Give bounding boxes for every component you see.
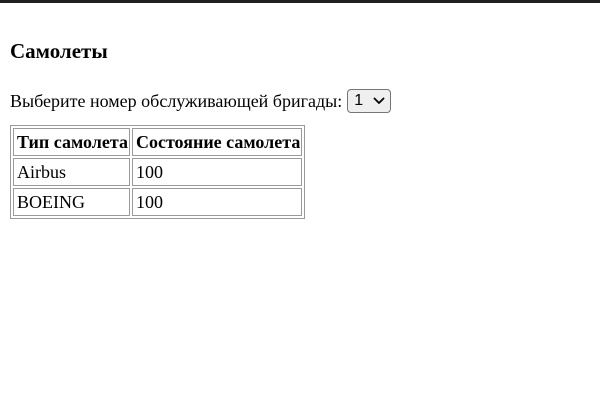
table-cell-plane-condition: 100 [131,158,303,186]
table-cell-plane-type: Airbus [13,158,130,186]
chevron-down-icon [373,97,385,104]
table-row: Airbus 100 [13,158,303,186]
window-top-border [0,0,600,3]
brigade-selector-row: Выберите номер обслуживающей бригады: 1 [10,87,392,115]
brigade-select-value: 1 [354,92,364,109]
table-cell-plane-condition: 100 [131,188,303,216]
table-row: BOEING 100 [13,188,303,216]
planes-table: Тип самолета Состояние самолета Airbus 1… [10,125,306,219]
table-header-row: Тип самолета Состояние самолета [13,128,303,156]
column-header-plane-type: Тип самолета [13,128,130,156]
page-title: Самолеты [10,39,108,63]
brigade-select[interactable]: 1 [347,89,392,113]
table-cell-plane-type: BOEING [13,188,130,216]
column-header-plane-condition: Состояние самолета [131,128,303,156]
brigade-selector-label: Выберите номер обслуживающей бригады: [10,91,343,111]
